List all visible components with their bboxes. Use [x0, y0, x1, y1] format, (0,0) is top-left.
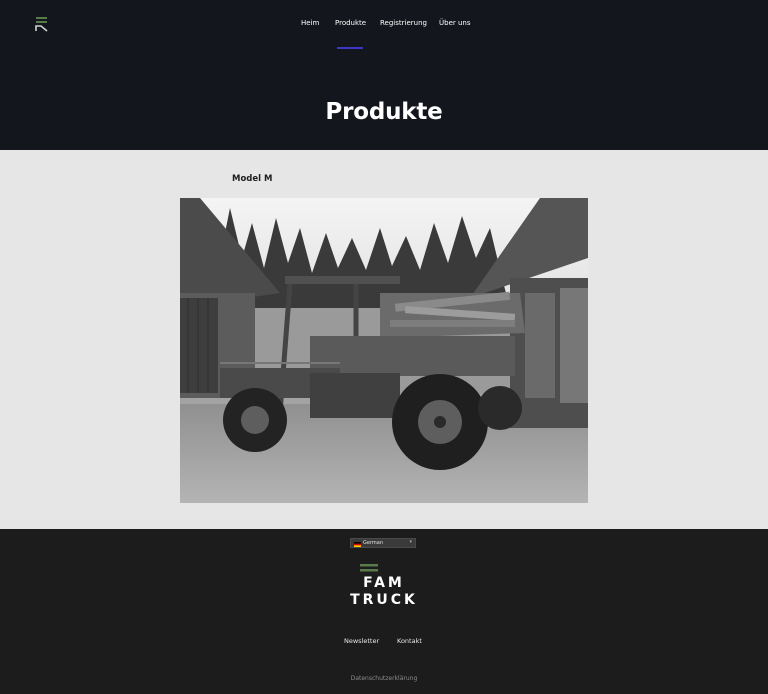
truck-illustration: [180, 198, 588, 503]
nav-produkte[interactable]: Produkte: [335, 19, 366, 27]
main-nav: Heim Produkte Registrierung Über uns: [0, 19, 768, 39]
logo-bar-top: [360, 564, 378, 567]
product-photo: [180, 198, 588, 503]
chevron-down-icon: ▾: [409, 539, 412, 545]
product-title: Model M: [232, 174, 273, 184]
nav-heim[interactable]: Heim: [301, 19, 319, 27]
product-section: Model M: [0, 150, 768, 529]
site-header: Heim Produkte Registrierung Über uns Pro…: [0, 0, 768, 150]
newsletter-link[interactable]: Newsletter: [344, 637, 379, 645]
active-nav-indicator: [337, 47, 363, 49]
fam-truck-logo[interactable]: FAM TRUCK: [334, 560, 434, 606]
language-selector[interactable]: German ▾: [350, 538, 416, 548]
kontakt-link[interactable]: Kontakt: [397, 637, 422, 645]
page-title: Produkte: [325, 99, 443, 126]
language-label: German: [363, 540, 384, 546]
nav-registrierung[interactable]: Registrierung: [380, 19, 427, 27]
brand-line-1: FAM: [363, 575, 405, 591]
germany-flag-icon: [354, 541, 361, 547]
brand-line-2: TRUCK: [350, 592, 418, 606]
site-footer: German ▾ FAM TRUCK Newsletter Kontakt Da…: [0, 529, 768, 694]
logo-bar-bottom: [360, 569, 378, 572]
privacy-link[interactable]: Datenschutzerklärung: [0, 675, 768, 682]
nav-ueber-uns[interactable]: Über uns: [439, 19, 471, 27]
